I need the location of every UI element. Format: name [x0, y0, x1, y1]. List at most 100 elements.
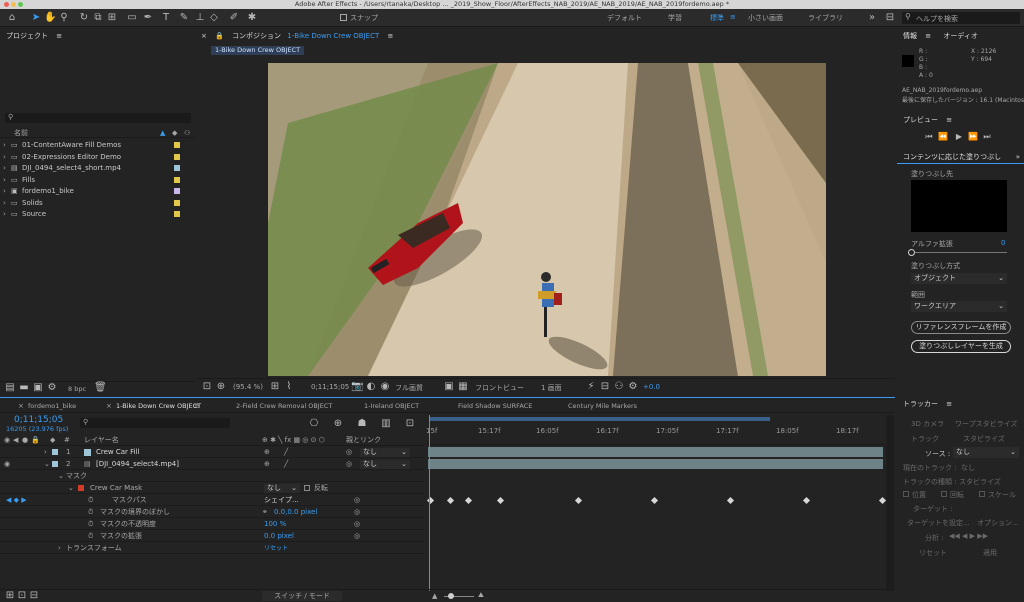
label-color-swatch[interactable] — [174, 142, 180, 148]
create-reference-frame-button[interactable]: リファレンスフレームを作成 — [911, 321, 1011, 334]
transfer-controls-icon[interactable]: ⊡ — [16, 590, 28, 602]
snap-checkbox[interactable] — [340, 14, 347, 21]
project-item[interactable]: › ▭ Fills — [0, 175, 195, 186]
mask-expansion-row[interactable]: ⏱ マスクの拡張 0.0 pixel ◎ — [0, 531, 424, 542]
panel-menu-icon[interactable]: ≡ — [56, 32, 62, 40]
name-column-header[interactable]: 名前 — [14, 128, 28, 138]
previous-frame-icon[interactable]: ⏪ — [937, 131, 949, 143]
audio-tab[interactable]: オーディオ — [943, 32, 978, 40]
pen-tool-icon[interactable]: ✒ — [142, 12, 154, 24]
toggle-mask-icon[interactable]: ⌇ — [283, 381, 295, 393]
interpret-footage-icon[interactable]: ▤ — [4, 382, 16, 394]
comp-flowchart-icon[interactable]: ⎔ — [308, 418, 320, 430]
mask-path-value[interactable]: シェイプ... — [264, 495, 299, 506]
mask-feather-value[interactable]: 0.0,0.0 pixel — [274, 507, 317, 518]
bit-depth-label[interactable]: 8 bpc — [68, 385, 86, 393]
transform-row[interactable]: › トランスフォーム リセット — [0, 543, 424, 554]
brush-tool-icon[interactable]: ✎ — [178, 12, 190, 24]
project-search-input[interactable]: ⚲ — [5, 113, 191, 123]
puppet-tool-icon[interactable]: ✱ — [246, 12, 258, 24]
pickwhip-icon[interactable]: ◎ — [354, 519, 360, 530]
mask-row[interactable]: ⌄ Crew Car Mask なし ⌄ 反転 — [0, 483, 424, 494]
keyframe[interactable] — [878, 496, 887, 505]
zoom-dropdown[interactable]: (95.4 %) — [233, 383, 263, 391]
snapshot-icon[interactable]: 📷 — [351, 381, 363, 393]
keyframe[interactable] — [726, 496, 735, 505]
quality-switch-icon[interactable]: ╱ — [284, 447, 288, 458]
apply-button[interactable]: 適用 — [983, 548, 997, 558]
slider-thumb[interactable] — [448, 593, 454, 599]
timeline-timecode[interactable]: 0;11;15;05 — [14, 415, 63, 425]
help-search-field[interactable]: ⚲ ヘルプを検索 — [902, 12, 1020, 24]
layer-row-1[interactable]: › 1 Crew Car Fill ⊕ ╱ ◎ なし ⌄ — [0, 447, 424, 458]
comp-header-name[interactable]: 1-Bike Down Crew OBJECT — [287, 32, 379, 40]
current-time-indicator[interactable] — [429, 415, 430, 591]
region-of-interest-icon[interactable]: ▣ — [443, 381, 455, 393]
layer-switches-icon[interactable]: ⊞ — [4, 590, 16, 602]
timeline-tab-1[interactable]: 1-Bike Down Crew OBJECT — [116, 402, 201, 410]
lock-icon[interactable]: 🔒 — [215, 32, 224, 40]
draft-3d-icon[interactable]: ⊕ — [332, 418, 344, 430]
timeline-zoom-slider[interactable] — [444, 593, 474, 599]
close-icon[interactable]: × — [201, 32, 207, 40]
flowchart-icon[interactable]: ⚇ — [613, 381, 625, 393]
zoom-in-icon[interactable]: ⛰ — [478, 591, 484, 600]
panels-icon[interactable]: ⊟ — [884, 12, 896, 24]
title-safe-icon[interactable]: ⊞ — [269, 381, 281, 393]
fast-preview-icon[interactable]: ⚡ — [585, 381, 597, 393]
alpha-expansion-slider[interactable] — [908, 249, 1007, 256]
label-column-icon[interactable]: ◆ — [172, 128, 177, 138]
stopwatch-icon[interactable]: ⏱ — [88, 507, 93, 518]
panel-menu-icon[interactable]: ≡ — [194, 402, 200, 410]
shy-switch-icon[interactable]: ⊕ — [264, 447, 270, 458]
first-frame-icon[interactable]: ⏮ — [923, 131, 935, 143]
stopwatch-icon[interactable]: ⏱ — [88, 519, 93, 530]
panel-menu-icon[interactable]: ≡ — [946, 116, 952, 124]
layer-name[interactable]: [DJI_0494_select4.mp4] — [96, 459, 179, 470]
expand-triangle-icon[interactable]: › — [44, 447, 47, 458]
expand-triangle-icon[interactable]: ⌄ — [58, 471, 64, 482]
selection-tool-icon[interactable]: ➤ — [30, 12, 42, 24]
slider-thumb[interactable] — [908, 249, 915, 256]
transform-reset[interactable]: リセット — [264, 543, 288, 554]
viewer-timecode[interactable]: 0;11;15;05 — [311, 383, 349, 391]
workspace-learn[interactable]: 学習 — [668, 13, 682, 23]
rotate-tool-icon[interactable]: ↻ — [78, 12, 90, 24]
fill-method-dropdown[interactable]: オブジェクト ⌄ — [911, 273, 1007, 284]
expand-triangle-icon[interactable]: › — [58, 543, 61, 554]
label-color-swatch[interactable] — [174, 153, 180, 160]
mask-group-row[interactable]: ⌄ マスク — [0, 471, 424, 482]
resolution-dropdown[interactable]: フル画質 — [395, 383, 423, 393]
pan-behind-tool-icon[interactable]: ⊞ — [106, 12, 118, 24]
roto-brush-tool-icon[interactable]: ✐ — [228, 12, 240, 24]
zoom-tool-icon[interactable]: ⚲ — [58, 12, 70, 24]
stopwatch-icon[interactable]: ⏱ — [88, 531, 93, 542]
range-dropdown[interactable]: ワークエリア ⌄ — [911, 301, 1007, 312]
mask-color[interactable] — [78, 485, 84, 491]
panel-menu-icon[interactable]: ≡ — [925, 32, 931, 40]
workspace-standard[interactable]: 標準 — [710, 13, 724, 23]
keyframe[interactable] — [446, 496, 455, 505]
stabilize-motion-button[interactable]: スタビライズ — [963, 434, 1005, 444]
mask-path-row[interactable]: ◀ ◆ ▶ ⏱ マスクパス シェイプ... ◎ — [0, 495, 424, 506]
alpha-expansion-value[interactable]: 0 — [1001, 239, 1005, 247]
layer-search-input[interactable]: ⚲ — [80, 418, 230, 428]
timeline-tab-3[interactable]: 1-Ireland OBJECT — [364, 402, 419, 410]
always-preview-icon[interactable]: ⊡ — [201, 381, 213, 393]
rectangle-tool-icon[interactable]: ▭ — [126, 12, 138, 24]
show-snapshot-icon[interactable]: ◐ — [365, 381, 377, 393]
mask-name[interactable]: Crew Car Mask — [90, 483, 142, 494]
keyframe[interactable] — [574, 496, 583, 505]
pickwhip-icon[interactable]: ◎ — [354, 495, 360, 506]
timeline-tab-0[interactable]: fordemo1_bike — [28, 402, 76, 410]
exposure-value[interactable]: +0.0 — [643, 383, 660, 391]
window-minimize-dot[interactable] — [11, 2, 16, 7]
track-camera-button[interactable]: 3D カメラ — [911, 419, 944, 429]
keyframe[interactable] — [496, 496, 505, 505]
position-checkbox[interactable] — [903, 491, 909, 497]
quality-switch-icon[interactable]: ╱ — [284, 459, 288, 470]
layer-row-2[interactable]: ◉ ⌄ 2 ▤ [DJI_0494_select4.mp4] ⊕ ╱ ◎ なし … — [0, 459, 424, 470]
close-icon[interactable]: × — [18, 402, 24, 410]
shy-layers-icon[interactable]: ☗ — [356, 418, 368, 430]
window-zoom-dot[interactable] — [18, 2, 23, 7]
